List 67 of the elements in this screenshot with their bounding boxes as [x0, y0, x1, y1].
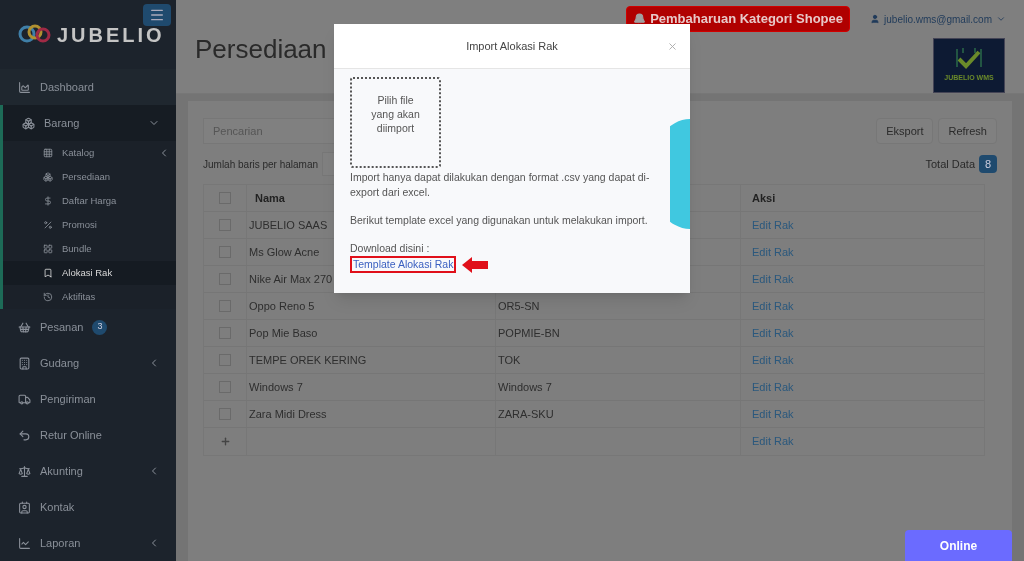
notice-banner[interactable]: Pembaharuan Kategori Shopee: [626, 6, 851, 32]
arrow-icon: [462, 256, 489, 273]
template-note: Berikut template excel yang digunakan untuk melakukan import.: [350, 213, 649, 228]
template-link[interactable]: Template Alokasi Rak: [350, 256, 457, 273]
line-chart-icon: [18, 536, 31, 550]
table-cell-text: OR5-SN: [498, 298, 540, 314]
page-title: Persediaan: [195, 33, 327, 66]
user-menu[interactable]: jubelio.wms@gmail.com: [870, 11, 1006, 27]
import-note: Import hanya dapat dilakukan dengan format .csv yang dapat di-export dari excel.: [350, 170, 651, 200]
scale-icon: [18, 464, 31, 478]
logo-icon: [18, 23, 52, 44]
table-cell-text: POPMIE-BN: [498, 325, 560, 341]
close-icon[interactable]: [667, 40, 678, 52]
sidebar-item[interactable]: Barang: [3, 105, 176, 141]
sidebar-item[interactable]: Pengiriman: [0, 381, 176, 417]
sidebar-item[interactable]: Akunting: [0, 453, 176, 489]
tiles-icon: [43, 244, 53, 254]
count-badge: 3: [92, 319, 108, 335]
logo-text: JUBELIO: [57, 22, 165, 48]
table-cell-text: JUBELIO SAAS: [249, 217, 328, 233]
reply-icon: [18, 428, 31, 442]
boxes-icon: [22, 116, 35, 130]
toolbar-button[interactable]: Refresh: [938, 118, 997, 144]
table-cell-text: Windows 7: [498, 379, 552, 395]
table-cell-text: Ms Glow Acne: [249, 244, 320, 260]
basket-icon: [18, 320, 31, 334]
contact-card-icon: [18, 500, 31, 514]
toolbar-button[interactable]: Eksport: [876, 118, 934, 144]
boxes-icon: [43, 172, 53, 182]
table-cell-text: Pop Mie Baso: [249, 325, 318, 341]
table-cell-text: TEMPE OREK KERING: [249, 352, 367, 368]
sidebar-item[interactable]: Pesanan 3: [0, 309, 176, 345]
building-icon: [18, 356, 31, 370]
bookmark-icon: [43, 268, 53, 278]
column-header: Nama: [255, 190, 285, 206]
user-icon: [870, 14, 881, 24]
total-badge: 8: [979, 155, 997, 173]
online-chat-button[interactable]: Online: [905, 530, 1012, 561]
table-cell-text: Nike Air Max 270: [249, 271, 333, 287]
table-cell-text: TOK: [498, 352, 521, 368]
dollar-icon: [43, 196, 53, 206]
sidebar-item[interactable]: Kontak: [0, 489, 176, 525]
sidebar-item[interactable]: Dashboard: [0, 69, 176, 105]
total-label: Total Data: [925, 156, 975, 172]
menu-button[interactable]: [143, 4, 171, 26]
download-label: Download disini :: [350, 241, 431, 256]
column-header: Aksi: [752, 190, 776, 206]
sidebar-item[interactable]: Retur Online: [0, 417, 176, 453]
table-cell-text: Windows 7: [249, 379, 303, 395]
table-cell-text: Zara Midi Dress: [249, 406, 327, 422]
add-icon[interactable]: [219, 436, 231, 447]
percent-icon: [43, 220, 53, 230]
menu-icon: [149, 7, 165, 23]
chart-icon: [18, 80, 31, 94]
history-icon: [43, 292, 53, 302]
rows-per-page-label: Jumlah baris per halaman: [203, 157, 319, 172]
sidebar-item[interactable]: Gudang: [0, 345, 176, 381]
grid-icon: [43, 148, 53, 158]
dialog-title: Import Alokasi Rak: [466, 38, 558, 54]
table-cell-text: ZARA-SKU: [498, 406, 554, 422]
truck-icon: [18, 392, 31, 406]
file-dropzone[interactable]: Pilih file yang akan diimport: [350, 77, 441, 168]
table-cell-text: Oppo Reno 5: [249, 298, 315, 314]
sidebar-item[interactable]: Laporan: [0, 525, 176, 561]
sidebar-subitem[interactable]: Alokasi Rak: [3, 261, 176, 285]
caret-icon: [996, 14, 1006, 24]
bell-icon: [633, 12, 647, 26]
